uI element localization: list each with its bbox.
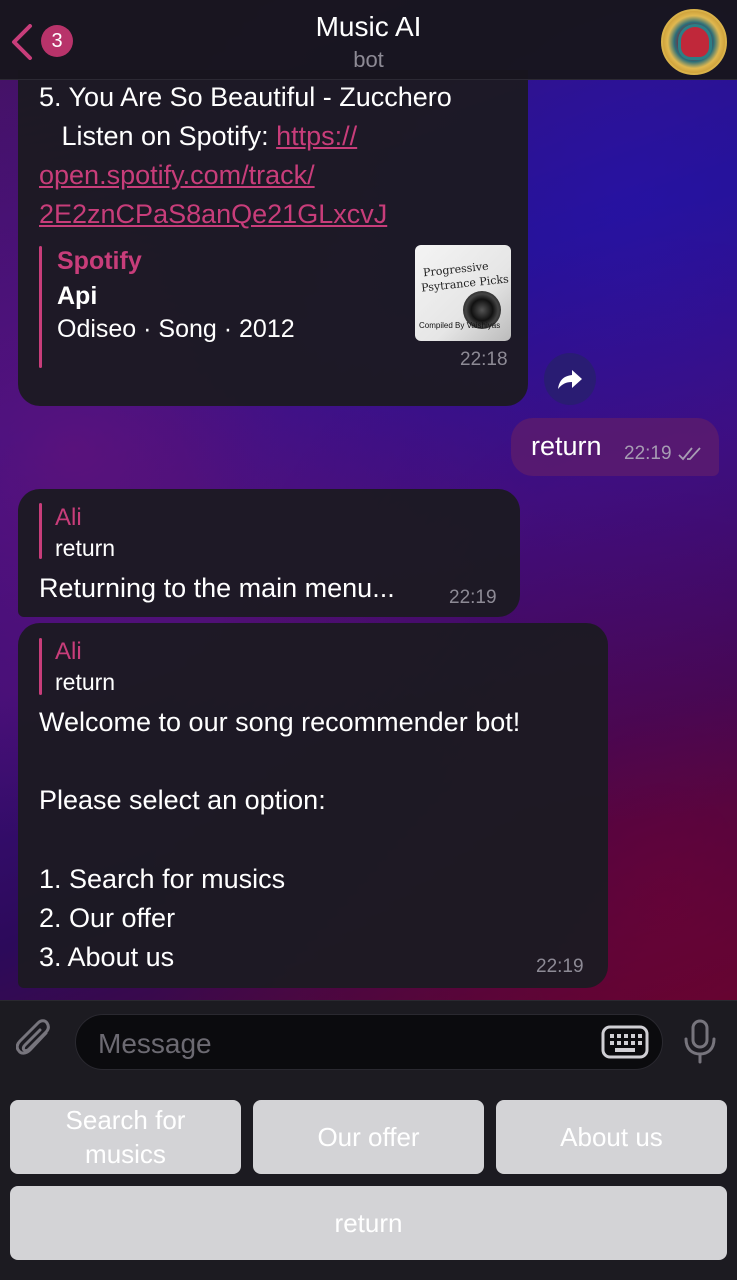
spotify-link[interactable]: 2E2znCPaS8anQe21GLxcvJ <box>39 195 387 234</box>
message-input[interactable]: Message <box>75 1014 663 1070</box>
search-for-musics-button[interactable]: Search for musics <box>10 1100 241 1174</box>
link-preview-site: Spotify <box>57 247 142 275</box>
button-label-line: Search for <box>65 1105 186 1135</box>
chat-header: 3 Music AI bot <box>0 0 737 80</box>
message-text-line: 2. Our offer <box>39 903 176 933</box>
reply-quote-bar <box>39 503 42 559</box>
message-bubble-recommendation[interactable]: 5. You Are So Beautiful - Zucchero Liste… <box>18 70 528 406</box>
our-offer-button[interactable]: Our offer <box>253 1100 484 1174</box>
chat-subtitle: bot <box>353 47 384 72</box>
chat-title[interactable]: Music AI <box>0 11 737 43</box>
button-label: Search for musics <box>66 1103 186 1171</box>
bot-keyboard: Search for musics Our offer About us ret… <box>0 1082 737 1280</box>
message-time: 22:19 <box>624 443 672 464</box>
album-thumbnail[interactable]: Progressive Psytrance Picks Compiled By … <box>415 245 511 341</box>
message-text-line: 1. Search for musics <box>39 864 286 894</box>
share-button[interactable] <box>544 353 596 405</box>
link-preview-description: Odiseo · Song · 2012 <box>57 315 295 343</box>
about-us-button[interactable]: About us <box>496 1100 727 1174</box>
reply-quote-author: Ali <box>55 504 82 531</box>
message-bubble-reply[interactable]: Ali return Returning to the main menu...… <box>18 489 520 617</box>
message-text-line: 3. About us <box>39 942 175 972</box>
share-icon <box>558 370 582 389</box>
reply-quote-text: return <box>55 535 116 561</box>
reply-quote-author: Ali <box>55 638 82 665</box>
return-button[interactable]: return <box>10 1186 727 1260</box>
message-time: 22:18 <box>460 349 508 370</box>
spotify-link[interactable]: open.spotify.com/track/ <box>39 156 315 195</box>
message-text-line: Listen on Spotify: https:// <box>39 117 358 156</box>
thumbnail-text: Compiled By Vaishiyas <box>419 321 501 330</box>
paperclip-icon[interactable] <box>16 1019 56 1065</box>
message-bubble-outgoing[interactable]: return 22:19 <box>511 418 719 476</box>
message-text: return <box>531 431 602 461</box>
message-input-placeholder: Message <box>98 1028 212 1059</box>
message-time: 22:19 <box>449 587 497 608</box>
link-preview-bar <box>39 246 42 368</box>
message-text-line: Welcome to our song recommender bot! <box>39 707 521 737</box>
spotify-link[interactable]: https:// <box>276 121 357 151</box>
message-text-line: Please select an option: <box>39 785 326 815</box>
link-preview-title: Api <box>57 282 98 310</box>
message-text-line: 5. You Are So Beautiful - Zucchero <box>39 82 452 112</box>
button-label-line: musics <box>85 1139 166 1169</box>
message-composer: Message <box>0 1000 737 1082</box>
avatar-heart-graphic <box>681 27 709 57</box>
keyboard-icon[interactable] <box>601 1025 649 1059</box>
reply-quote-text: return <box>55 669 116 695</box>
bot-avatar[interactable] <box>661 9 727 75</box>
reply-quote-bar <box>39 638 42 695</box>
double-check-icon <box>678 447 701 461</box>
message-time: 22:19 <box>536 956 584 977</box>
message-bubble-welcome[interactable]: Ali return Welcome to our song recommend… <box>18 623 608 988</box>
microphone-icon[interactable] <box>682 1019 718 1065</box>
message-text: Returning to the main menu... <box>39 573 395 603</box>
message-text-prefix: Listen on Spotify: <box>39 121 277 151</box>
